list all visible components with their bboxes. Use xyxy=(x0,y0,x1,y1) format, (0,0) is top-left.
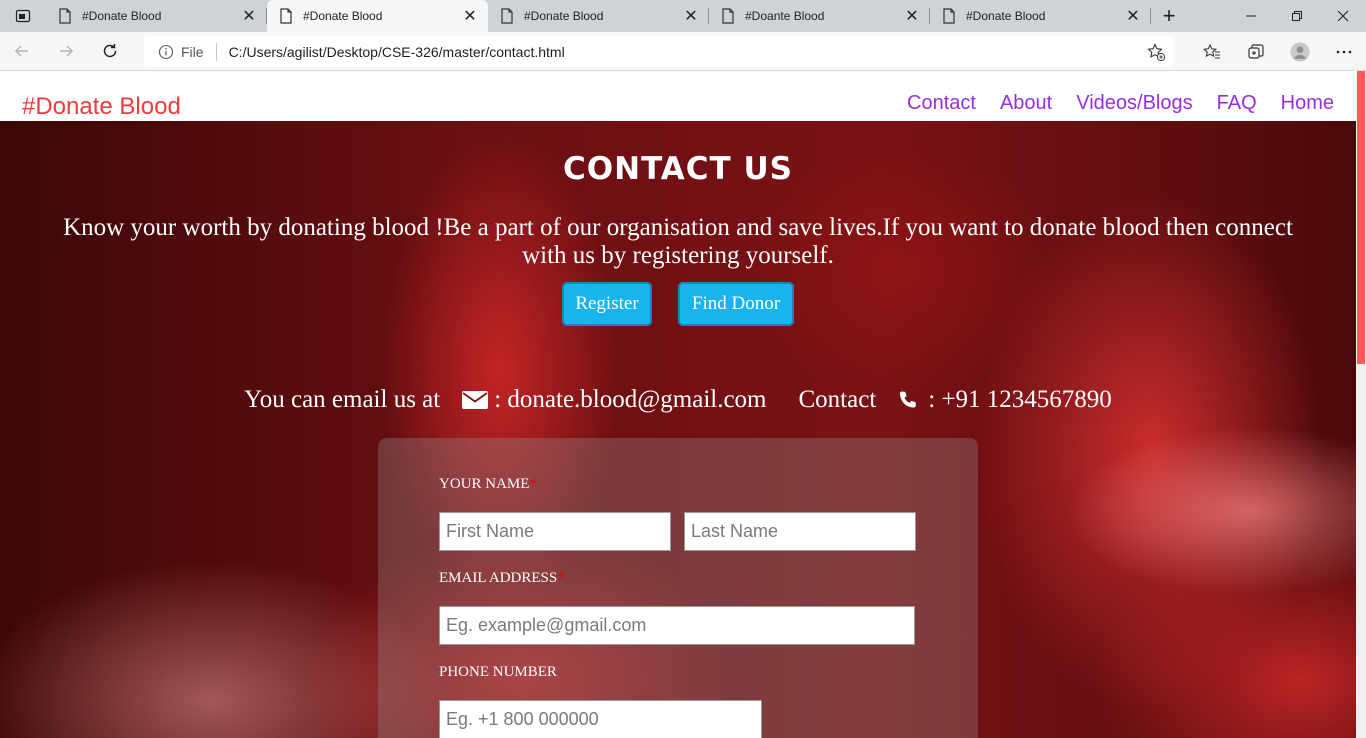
more-icon xyxy=(1336,50,1352,53)
add-favorite-icon[interactable] xyxy=(1146,42,1166,62)
tab-3[interactable]: #Donate Blood ✕ xyxy=(488,0,709,32)
close-icon xyxy=(1337,10,1349,22)
address-bar-row: File C:/Users/agilist/Desktop/CSE-326/ma… xyxy=(0,32,1366,71)
hero-description: Know your worth by donating blood !Be a … xyxy=(63,214,1293,269)
close-icon[interactable]: ✕ xyxy=(462,8,478,25)
close-icon[interactable]: ✕ xyxy=(241,8,257,25)
menu-videos-blogs[interactable]: Videos/Blogs xyxy=(1076,92,1192,115)
url-text[interactable]: C:/Users/agilist/Desktop/CSE-326/master/… xyxy=(229,44,565,60)
new-tab-button[interactable]: + xyxy=(1151,0,1187,32)
contact-hero: CONTACT US Know your worth by donating b… xyxy=(0,121,1356,738)
last-name-input[interactable] xyxy=(684,512,916,551)
site-navbar: #Donate Blood Contact About Videos/Blogs… xyxy=(0,71,1356,121)
close-window-button[interactable] xyxy=(1320,0,1366,32)
favorites-icon xyxy=(1202,43,1220,59)
more-button[interactable] xyxy=(1322,32,1366,71)
window-controls xyxy=(1228,0,1366,32)
phone-icon xyxy=(900,391,917,408)
page-viewport: #Donate Blood Contact About Videos/Blogs… xyxy=(0,71,1366,738)
document-icon xyxy=(722,8,734,24)
tab-2-active[interactable]: #Donate Blood ✕ xyxy=(267,0,488,32)
close-icon[interactable]: ✕ xyxy=(683,8,699,25)
menu-contact[interactable]: Contact xyxy=(907,92,976,115)
document-icon xyxy=(280,8,292,24)
required-mark: * xyxy=(557,570,565,586)
email-label: EMAIL ADDRESS* xyxy=(439,570,565,586)
minimize-button[interactable] xyxy=(1228,0,1274,32)
tab-separator xyxy=(1150,8,1151,24)
scrollbar-thumb[interactable] xyxy=(1357,71,1365,364)
hero-buttons: Register Find Donor xyxy=(0,282,1356,326)
menu-faq[interactable]: FAQ xyxy=(1217,92,1257,115)
forward-button[interactable] xyxy=(44,32,88,71)
collections-icon xyxy=(1248,43,1264,59)
phone-label: PHONE NUMBER xyxy=(439,664,557,680)
close-icon[interactable]: ✕ xyxy=(904,8,920,25)
tab-actions-icon xyxy=(15,9,31,23)
contact-info: You can email us at : donate.blood@gmail… xyxy=(0,386,1356,414)
close-icon[interactable]: ✕ xyxy=(1125,8,1141,25)
email-input[interactable] xyxy=(439,606,915,645)
refresh-icon xyxy=(103,44,117,58)
profile-icon xyxy=(1290,41,1310,62)
tab-5[interactable]: #Donate Blood ✕ xyxy=(930,0,1151,32)
name-label: YOUR NAME* xyxy=(439,476,537,492)
tab-bar: #Donate Blood ✕ #Donate Blood ✕ #Donate … xyxy=(0,0,1366,32)
document-icon xyxy=(59,8,71,24)
brand-logo[interactable]: #Donate Blood xyxy=(22,93,181,121)
page-title: CONTACT US xyxy=(563,151,793,187)
back-button[interactable] xyxy=(0,32,44,71)
page-scrollbar[interactable] xyxy=(1356,71,1366,738)
profile-button[interactable] xyxy=(1278,32,1322,71)
forward-icon xyxy=(60,45,74,57)
tab-title: #Donate Blood xyxy=(524,9,604,23)
main-menu: Contact About Videos/Blogs FAQ Home xyxy=(907,92,1334,115)
url-divider xyxy=(215,42,217,61)
contact-form: YOUR NAME* EMAIL ADDRESS* PHONE NUMBER xyxy=(378,438,978,738)
tab-title: #Doante Blood xyxy=(745,9,825,23)
browser-tools xyxy=(1190,32,1366,71)
restore-button[interactable] xyxy=(1274,0,1320,32)
required-mark: * xyxy=(529,476,537,492)
menu-home[interactable]: Home xyxy=(1281,92,1334,115)
tab-title: #Donate Blood xyxy=(303,9,383,23)
plus-icon: + xyxy=(1162,3,1176,28)
phone-number[interactable]: : +91 1234567890 xyxy=(928,386,1112,414)
tab-actions-button[interactable] xyxy=(0,0,46,32)
tab-4[interactable]: #Doante Blood ✕ xyxy=(709,0,930,32)
minimize-icon xyxy=(1246,15,1256,17)
document-icon xyxy=(943,8,955,24)
tab-title: #Donate Blood xyxy=(82,9,162,23)
scheme-label: File xyxy=(181,43,204,60)
contact-label: Contact xyxy=(798,386,877,413)
address-field[interactable]: File C:/Users/agilist/Desktop/CSE-326/ma… xyxy=(144,36,1174,67)
phone-input[interactable] xyxy=(439,700,762,738)
menu-about[interactable]: About xyxy=(1000,92,1052,115)
register-button[interactable]: Register xyxy=(562,282,652,326)
tab-1[interactable]: #Donate Blood ✕ xyxy=(46,0,267,32)
favorites-button[interactable] xyxy=(1190,32,1234,71)
refresh-button[interactable] xyxy=(88,32,132,71)
document-icon xyxy=(501,8,513,24)
tab-title: #Donate Blood xyxy=(966,9,1046,23)
info-icon[interactable] xyxy=(158,44,174,60)
email-prefix: You can email us at xyxy=(244,386,441,413)
find-donor-button[interactable]: Find Donor xyxy=(678,282,794,326)
email-address[interactable]: : donate.blood@gmail.com xyxy=(494,386,766,414)
back-icon xyxy=(14,45,28,57)
collections-button[interactable] xyxy=(1234,32,1278,71)
first-name-input[interactable] xyxy=(439,512,671,551)
restore-icon xyxy=(1292,11,1302,21)
envelope-icon xyxy=(462,391,489,409)
